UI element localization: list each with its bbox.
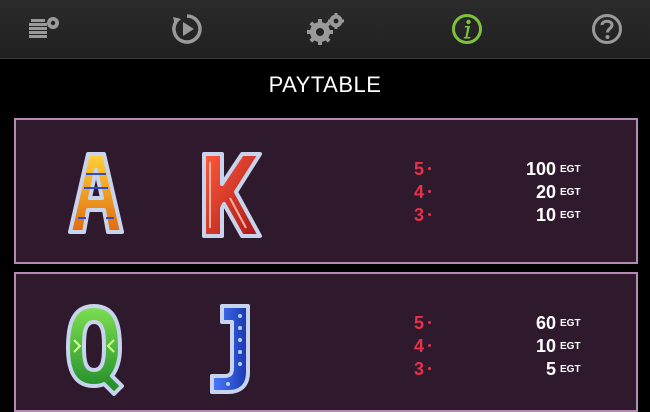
payout-amount: 60 [535,313,556,333]
bet-settings-icon [29,17,59,38]
symbol-k-icon [202,152,262,238]
symbol-count: 5 [413,159,424,179]
info-icon [452,14,482,44]
symbol-count: 4 [413,336,424,356]
payout-row: 4 20 EGT [408,181,608,204]
currency-unit: EGT [560,164,581,175]
payout-amount: 20 [535,182,556,202]
payout-amount: 10 [535,336,556,356]
payout-row: 5 100 EGT [408,158,608,181]
currency-unit: EGT [560,210,581,221]
help-icon [592,14,622,44]
payout-list: 5 60 EGT 4 10 EGT 3 5 EGT [408,312,608,381]
symbol-count: 3 [413,359,424,379]
settings-button[interactable] [306,9,346,49]
currency-unit: EGT [560,341,581,352]
top-toolbar [0,0,650,59]
currency-unit: EGT [560,187,581,198]
currency-unit: EGT [560,364,581,375]
autoplay-button[interactable] [167,9,207,49]
bet-settings-button[interactable] [25,9,65,49]
symbol-count: 5 [413,313,424,333]
paytable-card: 5 100 EGT 4 20 EGT 3 10 EGT [14,118,638,264]
symbol-q-icon [66,304,124,396]
payout-list: 5 100 EGT 4 20 EGT 3 10 EGT [408,158,608,227]
symbol-count: 4 [413,182,424,202]
bullet-dot [428,321,431,324]
payout-amount: 5 [545,359,556,379]
symbol-count: 3 [413,205,424,225]
settings-icon [307,13,344,45]
bullet-dot [428,167,431,170]
info-button[interactable] [447,9,487,49]
symbol-j-icon [210,304,250,394]
bullet-dot [428,190,431,193]
payout-amount: 100 [525,159,556,179]
payout-row: 5 60 EGT [408,312,608,335]
help-button[interactable] [587,9,627,49]
payout-row: 3 5 EGT [408,358,608,381]
bullet-dot [428,367,431,370]
bullet-dot [428,213,431,216]
symbol-a-icon [68,152,124,234]
payout-row: 4 10 EGT [408,335,608,358]
page-title: PAYTABLE [268,72,382,97]
bullet-dot [428,344,431,347]
autoplay-icon [172,14,202,44]
payout-row: 3 10 EGT [408,204,608,227]
paytable-card: 5 60 EGT 4 10 EGT 3 5 EGT [14,272,638,412]
payout-amount: 10 [535,205,556,225]
currency-unit: EGT [560,318,581,329]
